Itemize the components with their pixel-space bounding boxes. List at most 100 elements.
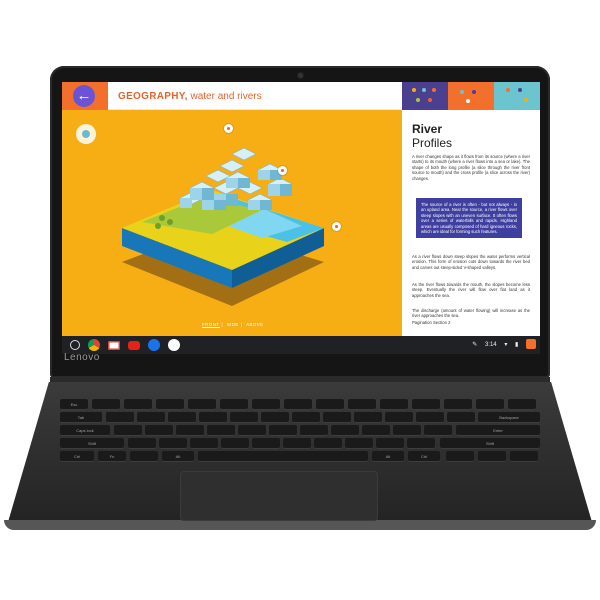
keyboard-key[interactable] (114, 425, 142, 436)
keyboard-key[interactable]: Alt (372, 451, 404, 462)
keyboard-key[interactable] (345, 438, 373, 449)
stylus-icon[interactable]: ✎ (472, 342, 477, 348)
keyboard-key[interactable] (300, 425, 328, 436)
keyboard-key[interactable] (207, 425, 235, 436)
keyboard-key[interactable] (252, 438, 280, 449)
clock[interactable]: 3:14 (485, 342, 497, 348)
keyboard-key[interactable] (407, 438, 435, 449)
keyboard-key[interactable] (446, 451, 474, 462)
gmail-icon[interactable] (108, 341, 120, 350)
keyboard-key[interactable] (385, 412, 413, 423)
keyboard-key[interactable]: Shift (60, 438, 124, 449)
keyboard-key[interactable] (168, 412, 196, 423)
keyboard-key[interactable] (159, 438, 187, 449)
keyboard-key[interactable] (137, 412, 165, 423)
back-arrow-icon[interactable]: ← (73, 85, 95, 107)
tab-above[interactable]: ABOVE (246, 322, 264, 327)
keyboard-key[interactable] (314, 438, 342, 449)
keyboard-key[interactable] (447, 412, 475, 423)
keyboard-key[interactable] (128, 438, 156, 449)
keyboard-key[interactable] (283, 438, 311, 449)
category-tiles (402, 82, 540, 110)
keyboard-key[interactable] (354, 412, 382, 423)
keyboard-key[interactable] (323, 412, 351, 423)
launcher-icon[interactable] (70, 340, 80, 350)
tile-1[interactable] (402, 82, 448, 110)
keyboard-key[interactable] (316, 399, 344, 410)
keyboard-key[interactable] (284, 399, 312, 410)
view-tabs: FRONT | SIDE | ABOVE (202, 322, 264, 328)
files-icon[interactable] (148, 339, 160, 351)
keyboard-key[interactable]: Enter (456, 425, 540, 436)
tile-2[interactable] (448, 82, 494, 110)
keyboard-key[interactable]: Esc (60, 399, 88, 410)
keyboard-key[interactable] (416, 412, 444, 423)
keyboard-key[interactable] (424, 425, 452, 436)
article-panel: River Profiles A river changes shape as … (402, 82, 540, 336)
article-pagination: Pagination Section 2 (412, 320, 451, 325)
touchpad[interactable] (180, 471, 378, 521)
back-button-area[interactable]: ← (62, 82, 108, 110)
keyboard-key[interactable] (376, 438, 404, 449)
keyboard-key[interactable]: Alt (162, 451, 194, 462)
keyboard-key[interactable] (199, 412, 227, 423)
webcam (298, 73, 303, 78)
keyboard-key[interactable] (444, 399, 472, 410)
keyboard-key[interactable] (230, 412, 258, 423)
keyboard-key[interactable] (348, 399, 376, 410)
keyboard-key[interactable] (269, 425, 297, 436)
article-paragraph-2: As a river flows down steep slopes the w… (412, 254, 530, 270)
keyboard-key[interactable] (124, 399, 152, 410)
brand-logo: Lenovo (64, 352, 100, 363)
tab-side[interactable]: SIDE (227, 322, 239, 327)
status-tray[interactable]: ✎ 3:14 ▾ ▮ (466, 338, 536, 352)
keyboard-key[interactable] (190, 438, 218, 449)
keyboard-key[interactable] (478, 451, 506, 462)
keyboard-key[interactable] (412, 399, 440, 410)
keyboard-key[interactable] (188, 399, 216, 410)
keyboard-key[interactable]: Ctrl (408, 451, 440, 462)
keyboard-key[interactable] (238, 425, 266, 436)
keyboard-key[interactable] (292, 412, 320, 423)
keyboard-key[interactable] (130, 451, 158, 462)
os-shelf: ✎ 3:14 ▾ ▮ (62, 336, 540, 354)
keyboard-key[interactable] (221, 438, 249, 449)
article-paragraph-1: A river changes shape as it flows from i… (412, 154, 530, 181)
keyboard-key[interactable] (156, 399, 184, 410)
keyboard-key[interactable] (92, 399, 120, 410)
keyboard-key[interactable]: Ctrl (60, 451, 94, 462)
youtube-icon[interactable] (128, 341, 140, 350)
hotspot-1[interactable] (224, 124, 233, 133)
keyboard-key[interactable] (508, 399, 536, 410)
keyboard-key[interactable]: Shift (440, 438, 540, 449)
keyboard-key[interactable] (252, 399, 280, 410)
hotspot-2[interactable] (278, 166, 287, 175)
keyboard-key[interactable] (380, 399, 408, 410)
play-store-icon[interactable] (168, 339, 180, 351)
keyboard-key[interactable] (331, 425, 359, 436)
battery-icon: ▮ (515, 342, 519, 348)
keyboard-key[interactable] (220, 399, 248, 410)
hotspot-3[interactable] (332, 222, 341, 231)
isometric-landscape-illustration (122, 147, 324, 306)
river-illustration-panel: FRONT | SIDE | ABOVE (62, 110, 402, 336)
settings-icon[interactable] (526, 339, 536, 350)
keyboard-key[interactable]: Fn (98, 451, 126, 462)
keyboard-key[interactable] (176, 425, 204, 436)
keyboard-key[interactable]: Tab (60, 412, 102, 423)
keyboard-key[interactable] (145, 425, 173, 436)
keyboard-key[interactable] (476, 399, 504, 410)
tile-3[interactable] (494, 82, 540, 110)
tab-front[interactable]: FRONT (202, 322, 220, 328)
keyboard-key[interactable] (510, 451, 538, 462)
keyboard-key[interactable]: Caps lock (60, 425, 110, 436)
keyboard-key[interactable]: Backspace (478, 412, 540, 423)
keyboard-key[interactable] (261, 412, 289, 423)
keyboard-key[interactable] (362, 425, 390, 436)
keyboard-key[interactable] (198, 451, 368, 462)
laptop-screen: ← GEOGRAPHY, water and rivers FRONT | SI… (62, 82, 540, 354)
keyboard-key[interactable] (106, 412, 134, 423)
keyboard-key[interactable] (393, 425, 421, 436)
chrome-icon[interactable] (88, 339, 100, 351)
article-paragraph-3: As the river flows towards the mouth, th… (412, 282, 530, 298)
